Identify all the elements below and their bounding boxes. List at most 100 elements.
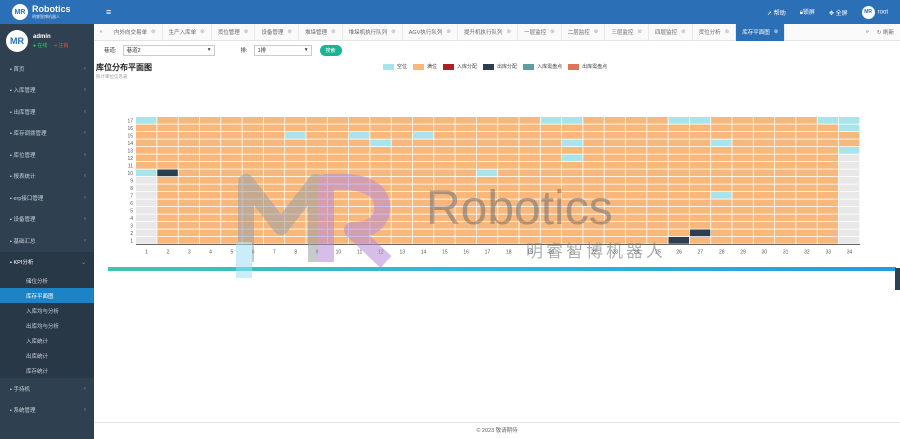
sidebar-subitem-6[interactable]: 库存统计 [0, 363, 94, 378]
tab-10[interactable]: 三层监控 ⊗ [605, 23, 649, 41]
heatmap-cell[interactable] [668, 169, 690, 177]
heatmap-cell[interactable] [796, 169, 817, 177]
heatmap-cell[interactable] [753, 154, 775, 162]
heatmap-cell[interactable] [476, 237, 498, 244]
legend-item[interactable]: 入库分配 [443, 63, 477, 70]
heatmap-cell[interactable] [306, 132, 327, 139]
heatmap-cell[interactable] [263, 124, 285, 132]
heatmap-cell[interactable] [434, 169, 455, 177]
heatmap-cell[interactable] [455, 124, 477, 132]
heatmap-cell[interactable] [263, 169, 285, 177]
sidebar-item-7[interactable]: ▪ 设备管理 ‹ [0, 209, 94, 231]
heatmap-cell[interactable] [711, 124, 732, 132]
sidebar-subitem-0[interactable]: 储位分析 [0, 273, 94, 288]
heatmap-cell[interactable] [178, 139, 200, 147]
heatmap-cell[interactable] [476, 117, 498, 124]
close-icon[interactable]: ⊗ [287, 29, 292, 35]
heatmap-cell[interactable] [562, 132, 583, 139]
heatmap-cell[interactable] [753, 214, 775, 222]
search-button[interactable]: 搜索 [319, 44, 342, 56]
sidebar-item-5[interactable]: ▪ 报表统计 ‹ [0, 166, 94, 188]
heatmap-cell[interactable] [817, 222, 839, 229]
heatmap-cell[interactable] [391, 147, 413, 154]
heatmap-cell[interactable] [178, 192, 200, 199]
heatmap-cell[interactable] [221, 147, 242, 154]
heatmap-cell[interactable] [178, 237, 200, 244]
heatmap-cell[interactable] [732, 117, 753, 124]
heatmap-cell[interactable] [455, 139, 477, 147]
fullscreen-button[interactable]: ✥ 全屏 [829, 8, 848, 17]
heatmap-cell[interactable] [668, 222, 690, 229]
sidebar-item-4[interactable]: ▪ 库位管理 ‹ [0, 144, 94, 166]
heatmap-cell[interactable] [540, 117, 562, 124]
heatmap-cell[interactable] [668, 184, 690, 192]
heatmap-cell[interactable] [221, 162, 242, 169]
heatmap-cell[interactable] [136, 229, 157, 237]
heatmap-cell[interactable] [285, 237, 306, 244]
heatmap-cell[interactable] [178, 207, 200, 214]
heatmap-cell[interactable] [327, 154, 349, 162]
heatmap-cell[interactable] [498, 237, 519, 244]
heatmap-cell[interactable] [391, 199, 413, 207]
heatmap-cell[interactable] [306, 154, 327, 162]
heatmap-cell[interactable] [668, 139, 690, 147]
heatmap-cell[interactable] [221, 154, 242, 162]
heatmap-cell[interactable] [753, 237, 775, 244]
heatmap-cell[interactable] [136, 184, 157, 192]
heatmap-cell[interactable] [370, 139, 391, 147]
heatmap-cell[interactable] [199, 169, 221, 177]
heatmap-cell[interactable] [306, 147, 327, 154]
heatmap-cell[interactable] [647, 139, 668, 147]
heatmap-cell[interactable] [838, 222, 860, 229]
heatmap-cell[interactable] [498, 169, 519, 177]
heatmap-cell[interactable] [838, 162, 860, 169]
heatmap-cell[interactable] [668, 147, 690, 154]
heatmap-cell[interactable] [838, 229, 860, 237]
heatmap-cell[interactable] [689, 139, 711, 147]
heatmap-cell[interactable] [136, 124, 157, 132]
heatmap-cell[interactable] [689, 147, 711, 154]
heatmap-cell[interactable] [817, 192, 839, 199]
heatmap-cell[interactable] [455, 147, 477, 154]
heatmap-cell[interactable] [711, 192, 732, 199]
legend-item[interactable]: 出库分配 [483, 63, 517, 70]
sidebar-item-1[interactable]: ▪ 入库管理 ‹ [0, 80, 94, 102]
heatmap-cell[interactable] [625, 154, 647, 162]
heatmap-cell[interactable] [349, 117, 370, 124]
heatmap-cell[interactable] [711, 207, 732, 214]
tab-5[interactable]: 堆垛机执行队列 ⊗ [343, 23, 403, 41]
heatmap-cell[interactable] [625, 169, 647, 177]
heatmap-cell[interactable] [285, 124, 306, 132]
heatmap-cell[interactable] [562, 147, 583, 154]
heatmap-cell[interactable] [136, 139, 157, 147]
heatmap-cell[interactable] [711, 162, 732, 169]
heatmap-cell[interactable] [647, 214, 668, 222]
heatmap-cell[interactable] [583, 169, 604, 177]
heatmap-cell[interactable] [625, 207, 647, 214]
heatmap-cell[interactable] [519, 154, 540, 162]
heatmap-cell[interactable] [242, 154, 264, 162]
heatmap-cell[interactable] [838, 237, 860, 244]
heatmap-cell[interactable] [519, 147, 540, 154]
heatmap-cell[interactable] [668, 117, 690, 124]
heatmap-cell[interactable] [476, 169, 498, 177]
heatmap-cell[interactable] [817, 117, 839, 124]
menu-toggle-icon[interactable]: ≡ [106, 7, 111, 17]
heatmap-cell[interactable] [263, 154, 285, 162]
heatmap-cell[interactable] [157, 207, 178, 214]
heatmap-cell[interactable] [178, 184, 200, 192]
heatmap-cell[interactable] [796, 214, 817, 222]
heatmap-cell[interactable] [157, 162, 178, 169]
heatmap-cell[interactable] [434, 139, 455, 147]
heatmap-cell[interactable] [625, 214, 647, 222]
heatmap-cell[interactable] [476, 132, 498, 139]
heatmap-cell[interactable] [412, 154, 434, 162]
heatmap-cell[interactable] [199, 154, 221, 162]
heatmap-cell[interactable] [391, 229, 413, 237]
heatmap-cell[interactable] [178, 147, 200, 154]
heatmap-cell[interactable] [412, 237, 434, 244]
heatmap-cell[interactable] [753, 177, 775, 184]
heatmap-cell[interactable] [391, 184, 413, 192]
heatmap-cell[interactable] [199, 117, 221, 124]
heatmap-cell[interactable] [476, 139, 498, 147]
